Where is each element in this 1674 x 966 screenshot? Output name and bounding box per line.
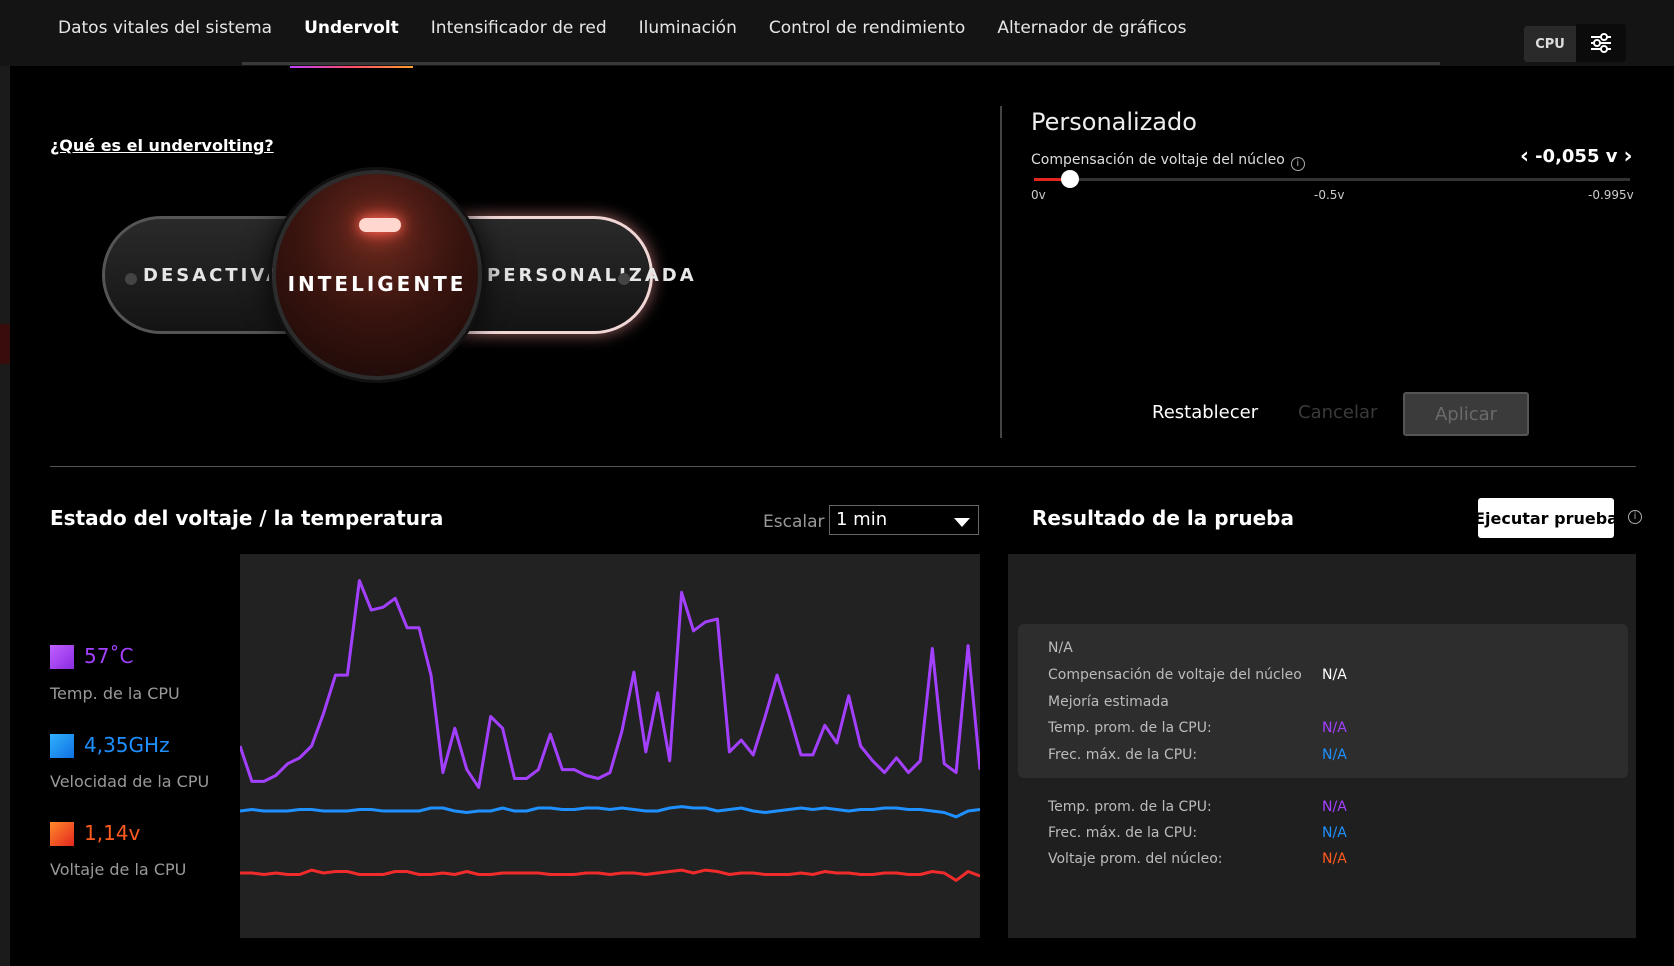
result-avg-voltage-label: Voltaje prom. del núcleo:: [1048, 851, 1223, 867]
voltage-legend-swatch: [50, 822, 74, 846]
cpu-voltage-value: 1,14v: [84, 821, 141, 845]
chevron-right-icon[interactable]: ›: [1623, 145, 1632, 167]
result-avg-voltage-value: N/A: [1322, 851, 1347, 867]
apply-button[interactable]: Aplicar: [1403, 392, 1529, 436]
cpu-button[interactable]: CPU: [1524, 26, 1576, 62]
result-avg-temp-label: Temp. prom. de la CPU:: [1048, 720, 1212, 736]
tab-system-vitals[interactable]: Datos vitales del sistema: [58, 18, 272, 58]
slider-thumb[interactable]: [1061, 170, 1079, 188]
mode-custom-label: PERSONALIZADA: [487, 265, 697, 286]
left-edge-strip: [0, 66, 10, 966]
results-section-title: Resultado de la prueba: [1032, 506, 1294, 530]
voltage-offset-slider[interactable]: [1034, 170, 1630, 188]
result-improvement-label: Mejoría estimada: [1048, 694, 1169, 710]
settings-button[interactable]: [1576, 24, 1626, 62]
mode-off-label: DESACTIVADO: [143, 265, 320, 286]
slider-tick-max: -0.995v: [1588, 188, 1634, 202]
chevron-down-icon: [954, 518, 970, 527]
chart-svg: [238, 579, 982, 882]
cpu-temp-value: 57˚C: [84, 644, 134, 668]
tab-performance-control[interactable]: Control de rendimiento: [769, 18, 965, 58]
cancel-button[interactable]: Cancelar: [1298, 402, 1377, 423]
chevron-left-icon[interactable]: ‹: [1520, 145, 1529, 167]
voltage-offset-value: -0,055 v: [1535, 146, 1618, 167]
voltage-offset-label: Compensación de voltaje del núcleo i: [1031, 152, 1305, 171]
result-avg-temp-label-2: Temp. prom. de la CPU:: [1048, 799, 1212, 815]
sliders-icon: [1591, 33, 1611, 53]
speed-legend-swatch: [50, 734, 74, 758]
tab-bar: Datos vitales del sistema Undervolt Inte…: [58, 18, 1218, 68]
voltage-series-line: [240, 868, 981, 882]
mode-smart-label: INTELIGENTE: [287, 272, 467, 296]
result-max-freq-label: Frec. máx. de la CPU:: [1048, 747, 1198, 763]
info-icon[interactable]: i: [1628, 510, 1642, 524]
edge-marker: [0, 324, 10, 364]
result-max-freq-value: N/A: [1322, 747, 1347, 763]
cpu-temp-label: Temp. de la CPU: [50, 684, 180, 703]
scale-select-value: 1 min: [836, 509, 888, 530]
reset-button[interactable]: Restablecer: [1152, 402, 1258, 423]
voltage-offset-text: Compensación de voltaje del núcleo: [1031, 152, 1285, 168]
tab-network-booster[interactable]: Intensificador de red: [431, 18, 607, 58]
run-test-button[interactable]: Ejecutar prueba: [1474, 498, 1618, 538]
slider-tick-min: 0v: [1031, 188, 1046, 202]
cpu-speed-label: Velocidad de la CPU: [50, 772, 210, 791]
mode-custom-indicator: [618, 273, 630, 285]
info-icon[interactable]: i: [1290, 157, 1305, 171]
knob-light-indicator: [359, 218, 401, 232]
result-offset-value: N/A: [1322, 667, 1347, 683]
vertical-divider: [1000, 106, 1002, 438]
custom-panel-title: Personalizado: [1031, 108, 1197, 136]
status-section-title: Estado del voltaje / la temperatura: [50, 506, 444, 530]
slider-tick-mid: -0.5v: [1314, 188, 1345, 202]
result-avg-temp-value: N/A: [1322, 720, 1347, 736]
tab-lighting[interactable]: Iluminación: [639, 18, 737, 58]
temp-legend-swatch: [50, 645, 74, 669]
section-divider: [50, 466, 1636, 467]
result-offset-label: Compensación de voltaje del núcleo: [1048, 667, 1302, 683]
result-na-header: N/A: [1048, 640, 1073, 656]
voltage-offset-stepper: ‹ -0,055 v ›: [1520, 145, 1633, 167]
scale-select[interactable]: 1 min: [829, 505, 979, 535]
mode-off-indicator: [125, 273, 137, 285]
temp-series-line: [238, 579, 982, 789]
cpu-voltage-label: Voltaje de la CPU: [50, 860, 187, 879]
result-max-freq-label-2: Frec. máx. de la CPU:: [1048, 825, 1198, 841]
result-max-freq-value-2: N/A: [1322, 825, 1347, 841]
tab-underline: [242, 62, 1440, 65]
tab-graphics-switcher[interactable]: Alternador de gráficos: [997, 18, 1186, 58]
speed-series-line: [239, 805, 981, 819]
tab-undervolt[interactable]: Undervolt: [290, 18, 413, 68]
result-avg-temp-value-2: N/A: [1322, 799, 1347, 815]
what-is-undervolting-link[interactable]: ¿Qué es el undervolting?: [50, 136, 274, 155]
scale-label: Escalar: [763, 512, 825, 532]
cpu-speed-value: 4,35GHz: [84, 733, 170, 757]
mode-smart-knob[interactable]: INTELIGENTE: [272, 170, 482, 380]
voltage-temp-chart: [238, 554, 982, 938]
